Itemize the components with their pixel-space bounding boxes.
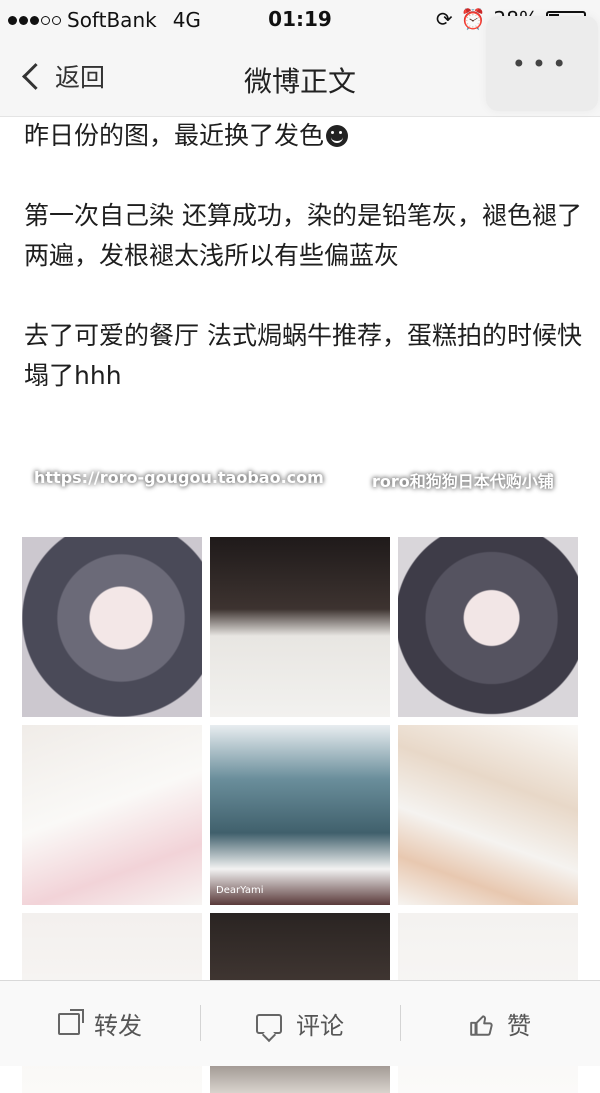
photo-thumbnail-portrait-1[interactable] [22,537,202,717]
rotation-lock-icon: ⟳ [435,7,453,31]
like-label: 赞 [507,1012,531,1040]
photo-thumbnail-escargot[interactable] [398,725,578,905]
more-icon: ••• [511,49,573,78]
navigation-bar: 返回 微博正文 ••• [0,16,600,117]
photo-thumbnail-table-cakes[interactable] [22,725,202,905]
comment-label: 评论 [296,1012,344,1040]
share-icon [58,1008,84,1035]
post-paragraph: 第一次自己染 还算成功，染的是铅笔灰，褪色褪了两遍，发根褪太浅所以有些偏蓝灰 [24,201,582,270]
photo-caption: DearYami [216,885,264,896]
photo-thumbnail-restaurant-interior[interactable]: DearYami [210,725,390,905]
post-paragraph: 去了可爱的餐厅 法式焗蜗牛推荐，蛋糕拍的时候快塌了hhh [24,321,582,390]
post-paragraph: 昨日份的图，最近换了发色 [24,116,584,156]
repost-button[interactable]: 转发 [0,981,200,1066]
watermark-banner: https://roro-gougou.taobao.com roro和狗狗日本… [0,460,600,498]
thumbs-up-icon [469,1012,493,1036]
watermark-url: https://roro-gougou.taobao.com [34,468,324,487]
post-paragraph-text: 昨日份的图，最近换了发色 [24,121,325,150]
repost-label: 转发 [94,1012,142,1040]
photo-thumbnail-candles-cake[interactable] [210,537,390,717]
comment-icon [256,1013,282,1034]
smile-emoji-icon [326,125,349,147]
photo-thumbnail-portrait-2[interactable] [398,537,578,717]
bottom-toolbar: 转发 评论 赞 [0,980,600,1066]
post-content: 昨日份的图，最近换了发色 第一次自己染 还算成功，染的是铅笔灰，褪色褪了两遍，发… [24,116,584,436]
comment-button[interactable]: 评论 [200,981,400,1066]
watermark-shop: roro和狗狗日本代购小铺 [372,472,554,491]
like-button[interactable]: 赞 [400,981,600,1066]
alarm-icon: ⏰ [460,7,486,31]
more-button[interactable]: ••• [486,16,598,111]
